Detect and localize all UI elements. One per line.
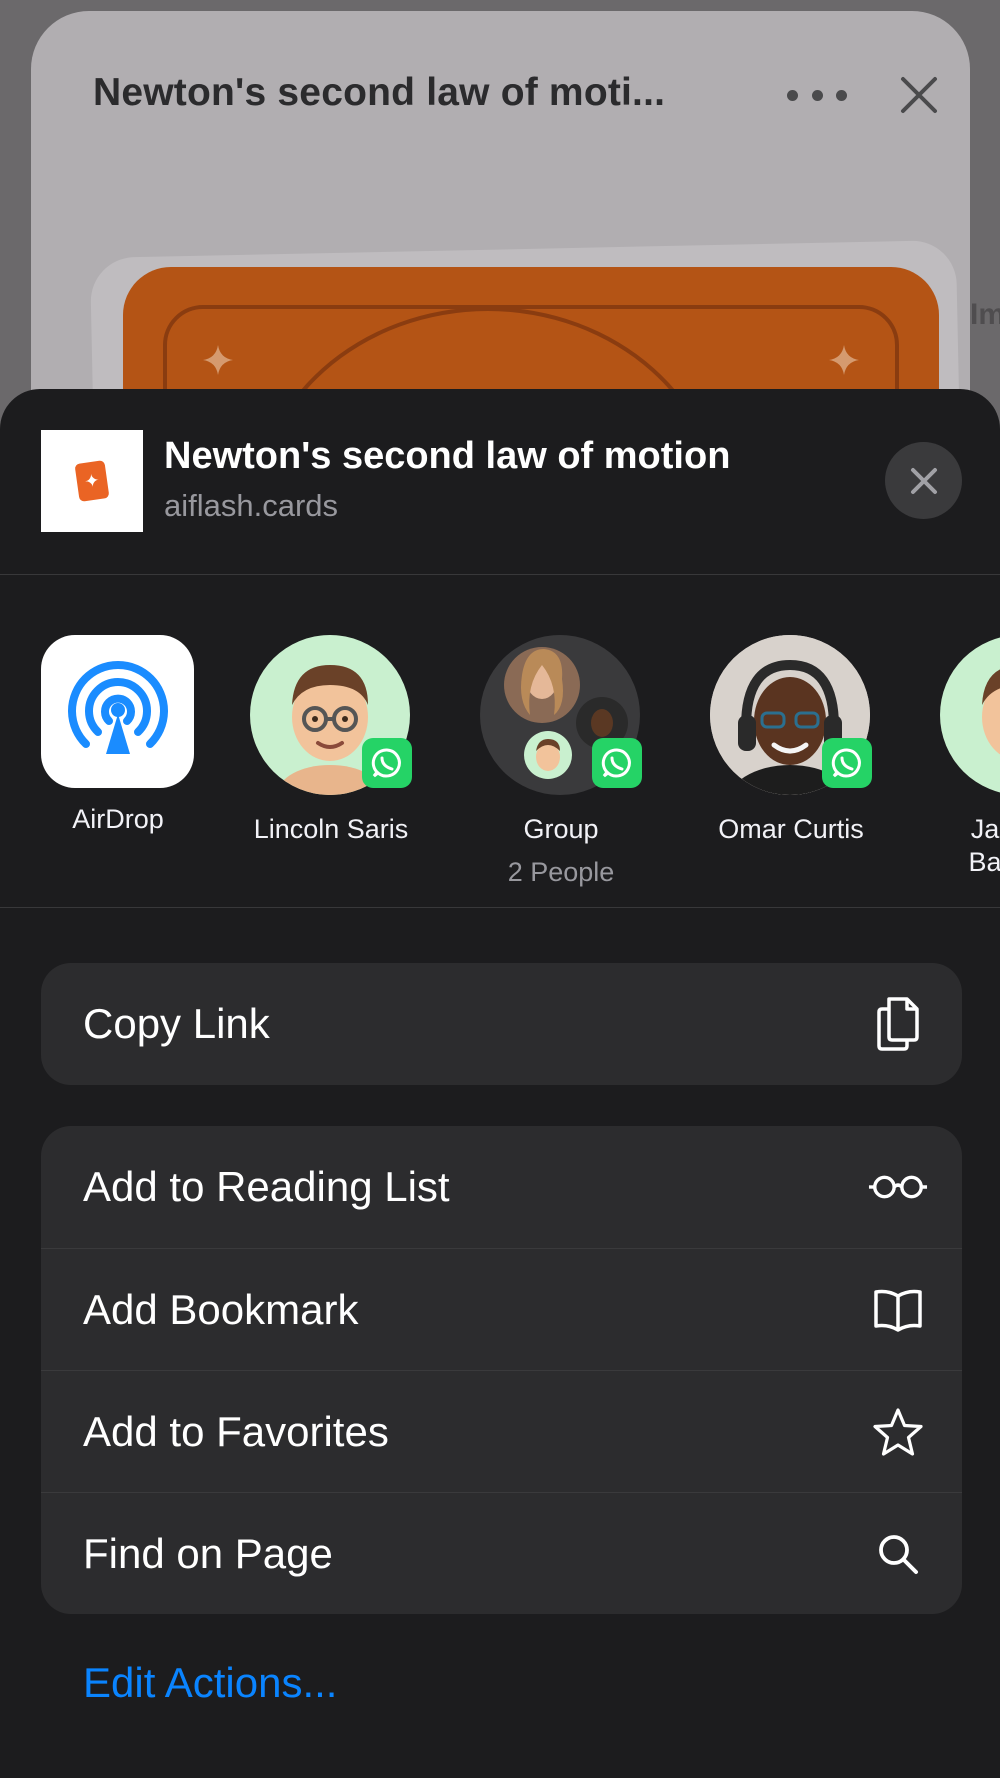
star-icon xyxy=(868,1402,928,1462)
action-group-primary: Copy Link xyxy=(41,963,962,1085)
edit-actions-link[interactable]: Edit Actions... xyxy=(83,1659,337,1707)
whatsapp-badge-lincoln xyxy=(362,738,412,788)
close-button[interactable] xyxy=(885,442,962,519)
share-subtitle: aiflash.cards xyxy=(164,488,339,523)
share-sheet: ✦ Newton's second law of motion aiflash.… xyxy=(0,389,1000,1778)
copy-link-row[interactable]: Copy Link xyxy=(41,963,962,1085)
airdrop-icon xyxy=(67,660,168,754)
add-to-favorites-label: Add to Favorites xyxy=(83,1407,389,1455)
airdrop-button[interactable] xyxy=(41,635,194,788)
close-icon xyxy=(910,467,937,494)
page-thumbnail: ✦ xyxy=(41,430,143,532)
add-bookmark-label: Add Bookmark xyxy=(83,1285,359,1333)
person-label-partial: Ja Ba xyxy=(968,814,1000,877)
glasses-icon xyxy=(868,1157,928,1217)
book-icon xyxy=(868,1280,928,1340)
person-sub-group: 2 People xyxy=(507,857,615,887)
whatsapp-badge-omar xyxy=(822,738,872,788)
background-page-title: Newton's second law of moti... xyxy=(93,71,666,114)
find-on-page-row[interactable]: Find on Page xyxy=(41,1492,962,1614)
copy-link-label: Copy Link xyxy=(83,1000,270,1047)
person-label-group: Group xyxy=(523,814,599,844)
sparkle-icon xyxy=(829,345,859,375)
add-bookmark-row[interactable]: Add Bookmark xyxy=(41,1248,962,1370)
whatsapp-badge-group xyxy=(592,738,642,788)
whatsapp-icon xyxy=(601,748,631,778)
find-on-page-label: Find on Page xyxy=(83,1529,333,1577)
copy-icon xyxy=(868,994,928,1054)
search-icon xyxy=(868,1524,928,1584)
background-close-icon[interactable] xyxy=(897,73,941,117)
person-label-lincoln: Lincoln Saris xyxy=(253,814,409,844)
action-group-secondary: Add to Reading List Add Bookmark Add to … xyxy=(41,1126,962,1614)
share-sheet-header: ✦ Newton's second law of motion aiflash.… xyxy=(0,389,1000,575)
sparkle-icon xyxy=(203,345,233,375)
share-title: Newton's second law of motion xyxy=(164,435,731,477)
add-to-reading-list-label: Add to Reading List xyxy=(83,1163,450,1210)
person-label-airdrop: AirDrop xyxy=(72,804,164,834)
app-logo-icon: ✦ xyxy=(74,460,110,502)
more-options-icon[interactable] xyxy=(787,75,847,115)
background-side-text: Im xyxy=(970,298,1000,331)
whatsapp-icon xyxy=(831,748,861,778)
add-to-reading-list-row[interactable]: Add to Reading List xyxy=(41,1126,962,1248)
add-to-favorites-row[interactable]: Add to Favorites xyxy=(41,1370,962,1492)
whatsapp-icon xyxy=(371,748,401,778)
avatar-partial-contact[interactable] xyxy=(940,635,1000,795)
memoji-avatar-icon xyxy=(982,669,1000,755)
